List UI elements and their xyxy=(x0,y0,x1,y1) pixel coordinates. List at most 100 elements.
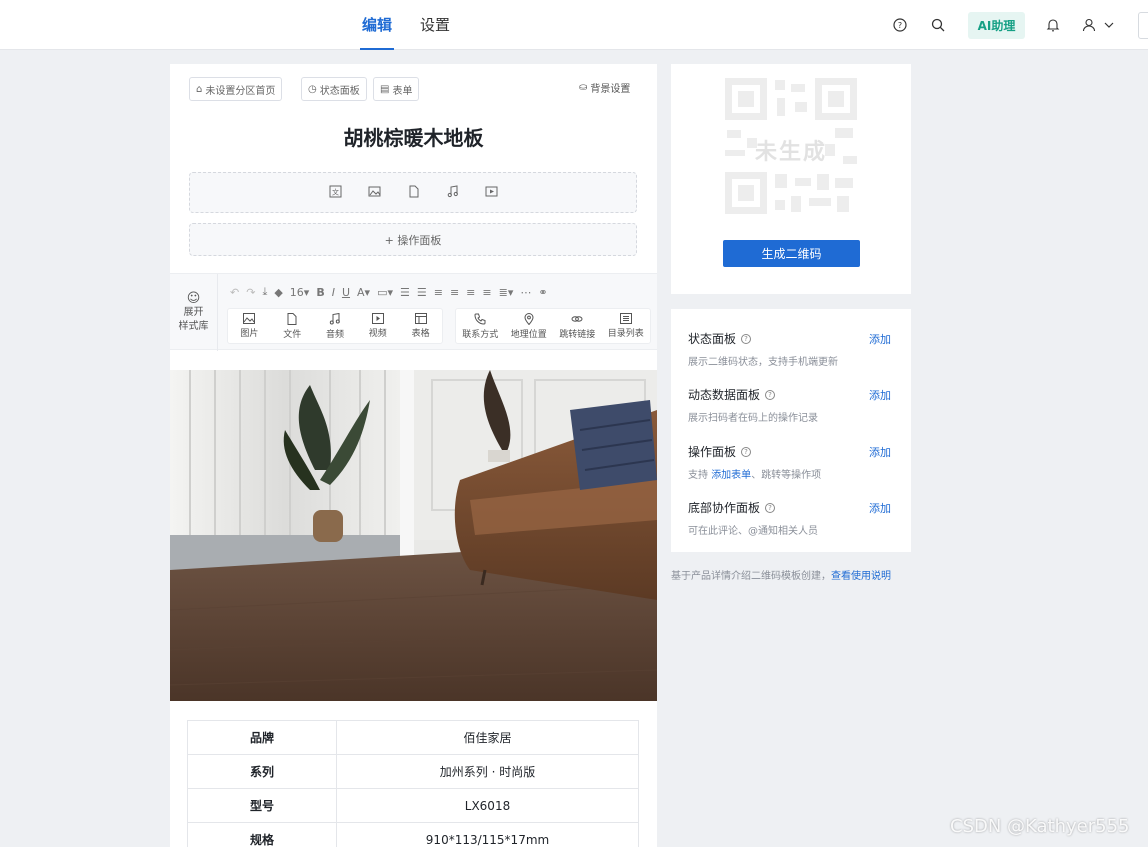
bell-icon[interactable] xyxy=(1045,17,1061,33)
tab-edit[interactable]: 编辑 xyxy=(359,14,395,50)
table-row: 型号 LX6018 xyxy=(187,788,639,823)
panel-item-status: 状态面板? 展示二维码状态，支持手机端更新 添加 xyxy=(688,330,898,368)
qr-status-text: 未生成 xyxy=(754,140,827,165)
insert-label: 联系方式 xyxy=(462,329,499,340)
form-icon: ▤ xyxy=(380,83,390,95)
panel-item-bottom-collab: 底部协作面板? 可在此评论、@通知相关人员 添加 xyxy=(688,499,898,537)
top-bar: 编辑 设置 ? AI助理 xyxy=(0,0,1148,50)
panel-desc: 支持 添加表单、跳转等操作项 xyxy=(688,466,898,481)
font-color-icon[interactable]: A▾ xyxy=(357,286,370,299)
edge-button[interactable] xyxy=(1138,12,1148,39)
add-operation-panel-button[interactable]: + 操作面板 xyxy=(189,223,637,256)
highlight-icon[interactable]: ▭▾ xyxy=(377,286,393,299)
panel-desc: 展示扫码者在码上的操作记录 xyxy=(688,413,818,424)
line-height-icon[interactable]: ≣▾ xyxy=(499,286,514,299)
help-icon[interactable]: ? xyxy=(765,389,776,400)
font-size-value: 16 xyxy=(289,285,304,299)
tab-settings[interactable]: 设置 xyxy=(420,14,450,35)
insert-label: 表格 xyxy=(411,329,430,339)
insert-label: 目录列表 xyxy=(607,329,644,339)
generate-qr-button[interactable]: 生成二维码 xyxy=(723,240,860,267)
usage-guide-link[interactable]: 查看使用说明 xyxy=(831,571,891,582)
underline-icon[interactable]: U xyxy=(342,286,350,299)
insert-audio-button[interactable]: 音频 xyxy=(314,309,357,343)
insert-table-button[interactable]: 表格 xyxy=(399,309,442,343)
spec-key: 系列 xyxy=(187,754,337,789)
media-insert-bar: 文 xyxy=(189,172,637,213)
add-status-panel-link[interactable]: 添加 xyxy=(869,331,891,347)
qr-code-card: 未生成 生成二维码 xyxy=(671,64,911,294)
editor-panel: ⌂ 未设置分区首页 ◷ 状态面板 ▤ 表单 ⛀ 背景设置 胡桃棕暖木地板 文 +… xyxy=(170,64,657,847)
background-setting-button[interactable]: ⛀ 背景设置 xyxy=(579,80,630,95)
justify-icon[interactable]: ≡ xyxy=(482,286,491,299)
insert-label: 图片 xyxy=(240,329,259,339)
watermark: CSDN @Kathyer555 xyxy=(950,816,1130,837)
help-icon[interactable]: ? xyxy=(892,17,908,33)
undo-icon[interactable]: ↶ xyxy=(230,286,239,299)
insert-media-group: 图片 文件 音频 视频 表格 xyxy=(227,308,443,344)
align-center-icon[interactable]: ≡ xyxy=(450,286,459,299)
panel-desc: 展示二维码状态，支持手机端更新 xyxy=(688,357,838,368)
insert-location-button[interactable]: 地理位置 xyxy=(505,309,554,343)
help-icon[interactable]: ? xyxy=(765,502,776,513)
image-icon[interactable] xyxy=(368,183,381,202)
chip-label: 表单 xyxy=(392,85,413,97)
spec-table: 品牌 佰佳家居 系列 加州系列 · 时尚版 型号 LX6018 规格 910*113/115*… xyxy=(187,720,639,847)
insert-image-button[interactable]: 图片 xyxy=(228,309,271,343)
file-icon[interactable] xyxy=(407,183,420,202)
chip-form[interactable]: ▤ 表单 xyxy=(373,77,420,101)
bullet-list-icon[interactable]: ☰ xyxy=(417,286,427,299)
panels-card: 状态面板? 展示二维码状态，支持手机端更新 添加 动态数据面板? 展示扫码者在码… xyxy=(671,309,911,552)
ai-assistant-button[interactable]: AI助理 xyxy=(968,12,1025,39)
help-icon[interactable]: ? xyxy=(741,446,752,457)
clock-icon: ◷ xyxy=(308,83,317,95)
spec-value: 佰佳家居 xyxy=(336,720,639,755)
divider-icon[interactable]: ⋯ xyxy=(520,286,531,299)
insert-file-button[interactable]: 文件 xyxy=(271,309,314,343)
add-form-link[interactable]: 添加表单 xyxy=(711,470,751,481)
insert-label: 文件 xyxy=(283,329,302,340)
panel-desc: 可在此评论、@通知相关人员 xyxy=(688,526,818,537)
paint-icon: ⛀ xyxy=(579,82,588,93)
insert-jump-link-button[interactable]: 跳转链接 xyxy=(553,309,602,343)
template-note-text: 基于产品详情介绍二维码模板创建， xyxy=(671,571,831,582)
help-icon[interactable]: ? xyxy=(741,333,752,344)
panel-title: 底部协作面板 xyxy=(688,501,761,515)
spec-value: 910*113/115*17mm xyxy=(336,822,639,847)
link-icon[interactable]: ⚭ xyxy=(538,286,547,299)
panel-item-dynamic-data: 动态数据面板? 展示扫码者在码上的操作记录 添加 xyxy=(688,386,898,424)
insert-contact-button[interactable]: 联系方式 xyxy=(456,309,505,343)
user-menu[interactable] xyxy=(1081,17,1117,33)
bold-icon[interactable]: B xyxy=(316,286,324,299)
audio-icon[interactable] xyxy=(446,183,459,202)
spec-value: LX6018 xyxy=(336,788,639,823)
ordered-list-icon[interactable]: ☰ xyxy=(400,286,410,299)
add-dynamic-panel-link[interactable]: 添加 xyxy=(869,387,891,403)
insert-toc-button[interactable]: 目录列表 xyxy=(602,309,651,343)
rich-text-toolbar: ☺ 展开 样式库 ↶ ↷ ⤓ ◆ 16▾ B I U A▾ ▭▾ ☰ ☰ ≡ ≡… xyxy=(170,273,657,351)
align-right-icon[interactable]: ≡ xyxy=(466,286,475,299)
desc-suffix: 、跳转等操作项 xyxy=(751,470,822,481)
svg-text:?: ? xyxy=(898,21,902,30)
align-left-icon[interactable]: ≡ xyxy=(434,286,443,299)
style-library-toggle[interactable]: ☺ 展开 样式库 xyxy=(170,274,218,351)
search-icon[interactable] xyxy=(930,17,946,33)
eraser-icon[interactable]: ◆ xyxy=(274,286,282,299)
add-collab-panel-link[interactable]: 添加 xyxy=(869,500,891,516)
page-title[interactable]: 胡桃棕暖木地板 xyxy=(170,122,657,151)
font-size-select[interactable]: 16▾ xyxy=(290,286,310,299)
product-hero-image[interactable] xyxy=(170,370,657,701)
table-row: 系列 加州系列 · 时尚版 xyxy=(187,754,639,789)
text-icon[interactable]: 文 xyxy=(329,183,342,202)
expand-label: 展开 xyxy=(183,306,204,318)
chip-status-panel[interactable]: ◷ 状态面板 xyxy=(301,77,367,101)
insert-video-button[interactable]: 视频 xyxy=(356,309,399,343)
redo-icon[interactable]: ↷ xyxy=(246,286,255,299)
insert-link-group: 联系方式 地理位置 跳转链接 目录列表 xyxy=(455,308,651,344)
format-painter-icon[interactable]: ⤓ xyxy=(262,285,267,299)
video-icon[interactable] xyxy=(485,183,498,202)
style-lib-label: 样式库 xyxy=(178,320,209,332)
add-operation-panel-link[interactable]: 添加 xyxy=(869,444,891,460)
italic-icon[interactable]: I xyxy=(332,286,335,299)
chip-partition-home[interactable]: ⌂ 未设置分区首页 xyxy=(189,77,283,101)
